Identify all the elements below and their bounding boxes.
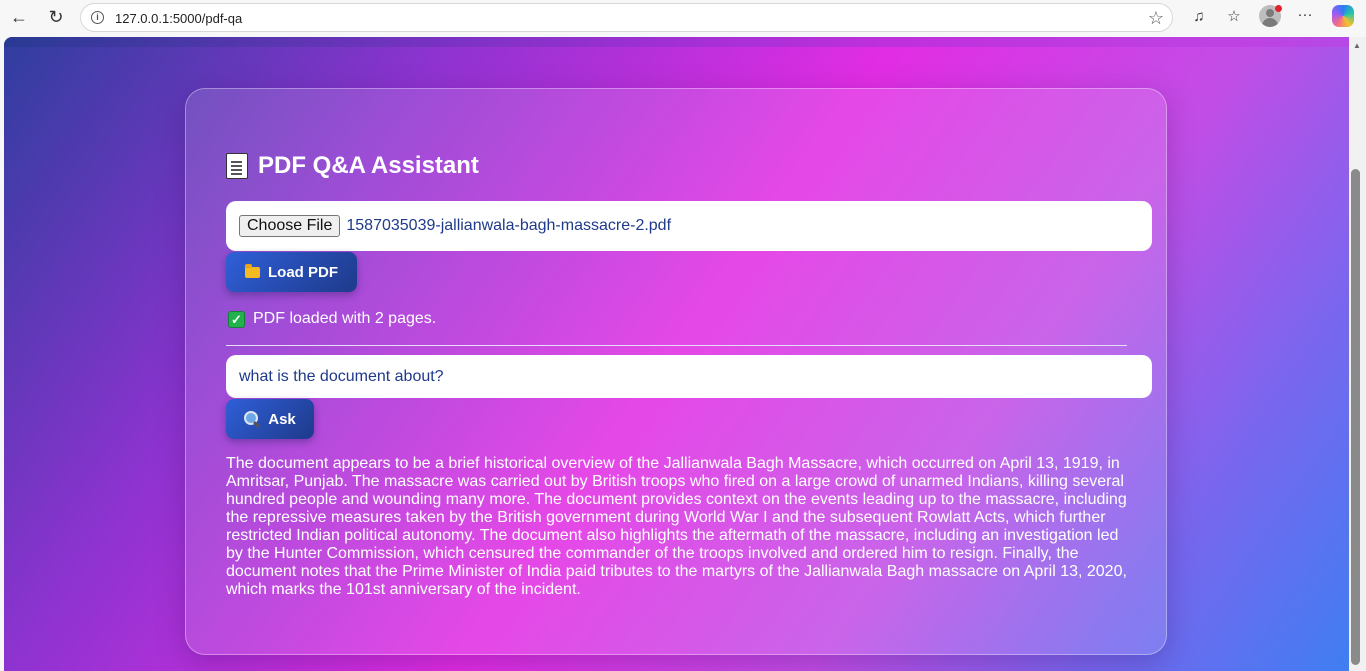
notification-dot [1275,5,1282,12]
page-title: PDF Q&A Assistant [258,152,479,179]
ask-button[interactable]: Ask [226,399,314,439]
media-icon[interactable]: ♫ [1189,7,1209,27]
selected-file-name: 1587035039-jallianwala-bagh-massacre-2.p… [346,217,672,234]
back-arrow-icon[interactable]: ← [9,7,29,27]
favorites-icon[interactable]: ☆ [1224,7,1244,27]
document-icon [226,153,248,179]
reload-icon[interactable]: ↻ [46,7,66,27]
url-text[interactable]: 127.0.0.1:5000/pdf-qa [115,11,242,26]
ask-label: Ask [268,410,296,428]
browser-toolbar: ← ↻ i 127.0.0.1:5000/pdf-qa ☆ ♫ ☆ ··· [0,0,1366,36]
check-icon: ✓ [228,310,245,328]
choose-file-button[interactable]: Choose File [239,215,341,237]
question-input[interactable] [226,355,1152,398]
load-pdf-label: Load PDF [268,263,338,281]
divider [226,345,1127,346]
folder-icon [245,263,260,278]
scrollbar[interactable]: ▲ [1349,37,1366,671]
load-pdf-button[interactable]: Load PDF [226,252,357,292]
title-row: PDF Q&A Assistant [226,152,479,180]
search-icon [244,411,260,427]
scroll-up-arrow-icon[interactable]: ▲ [1353,41,1361,50]
page-top-strip [4,37,1349,47]
favorite-star-icon[interactable]: ☆ [1148,8,1164,29]
copilot-icon[interactable] [1332,5,1354,27]
scroll-thumb[interactable] [1351,169,1360,665]
address-bar[interactable]: i 127.0.0.1:5000/pdf-qa ☆ [80,3,1173,32]
status-message: ✓ PDF loaded with 2 pages. [228,310,436,328]
more-menu-icon[interactable]: ··· [1295,5,1315,25]
page-viewport: PDF Q&A Assistant Choose File 1587035039… [4,37,1349,671]
file-input[interactable]: Choose File 1587035039-jallianwala-bagh-… [226,201,1152,251]
answer-text: The document appears to be a brief histo… [226,455,1127,598]
info-icon[interactable]: i [91,11,104,24]
qa-card: PDF Q&A Assistant Choose File 1587035039… [185,88,1167,655]
status-text: PDF loaded with 2 pages. [253,310,437,327]
